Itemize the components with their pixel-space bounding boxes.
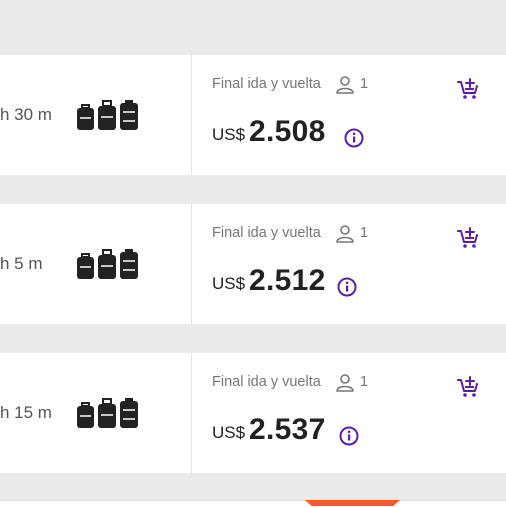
price-amount: 2.508	[249, 115, 326, 148]
price-amount: 2.512	[249, 264, 326, 297]
passenger-count: 1	[360, 225, 369, 241]
add-to-cart-icon[interactable]	[456, 78, 480, 102]
passenger-count: 1	[360, 76, 369, 92]
passenger-count: 1	[360, 374, 369, 390]
card-divider	[191, 204, 192, 324]
info-icon[interactable]	[337, 277, 357, 297]
itinerary-section: h 5 m	[0, 204, 191, 324]
final-price-label: Final ida y vuelta	[212, 374, 321, 390]
luggage-icon	[77, 398, 138, 428]
person-icon	[336, 225, 354, 243]
currency-label: US$	[212, 274, 246, 293]
add-to-cart-icon[interactable]	[456, 376, 480, 400]
flight-result-card: h 15 m Final ida y vuelta 1 US$ 2.537	[0, 353, 506, 473]
card-divider	[191, 55, 192, 175]
final-price-label: Final ida y vuelta	[212, 76, 321, 92]
flight-duration: h 30 m	[0, 105, 52, 124]
add-to-cart-icon[interactable]	[456, 227, 480, 251]
info-icon[interactable]	[344, 128, 364, 148]
currency-label: US$	[212, 125, 246, 144]
flight-result-card: h 5 m Final ida y vuelta 1 US$ 2.512	[0, 204, 506, 324]
luggage-icon	[77, 100, 138, 130]
floating-tab[interactable]	[305, 500, 400, 506]
info-icon[interactable]	[339, 426, 359, 446]
flight-duration: h 5 m	[0, 254, 43, 273]
card-divider	[191, 353, 192, 473]
luggage-icon	[77, 249, 138, 279]
itinerary-section: h 30 m	[0, 55, 191, 175]
flight-result-card: h 30 m Final ida y vuelta 1 US$ 2.508	[0, 55, 506, 175]
final-price-label: Final ida y vuelta	[212, 225, 321, 241]
flight-duration: h 15 m	[0, 403, 52, 422]
price-amount: 2.537	[249, 413, 326, 446]
person-icon	[336, 374, 354, 392]
itinerary-section: h 15 m	[0, 353, 191, 473]
currency-label: US$	[212, 423, 246, 442]
person-icon	[336, 76, 354, 94]
